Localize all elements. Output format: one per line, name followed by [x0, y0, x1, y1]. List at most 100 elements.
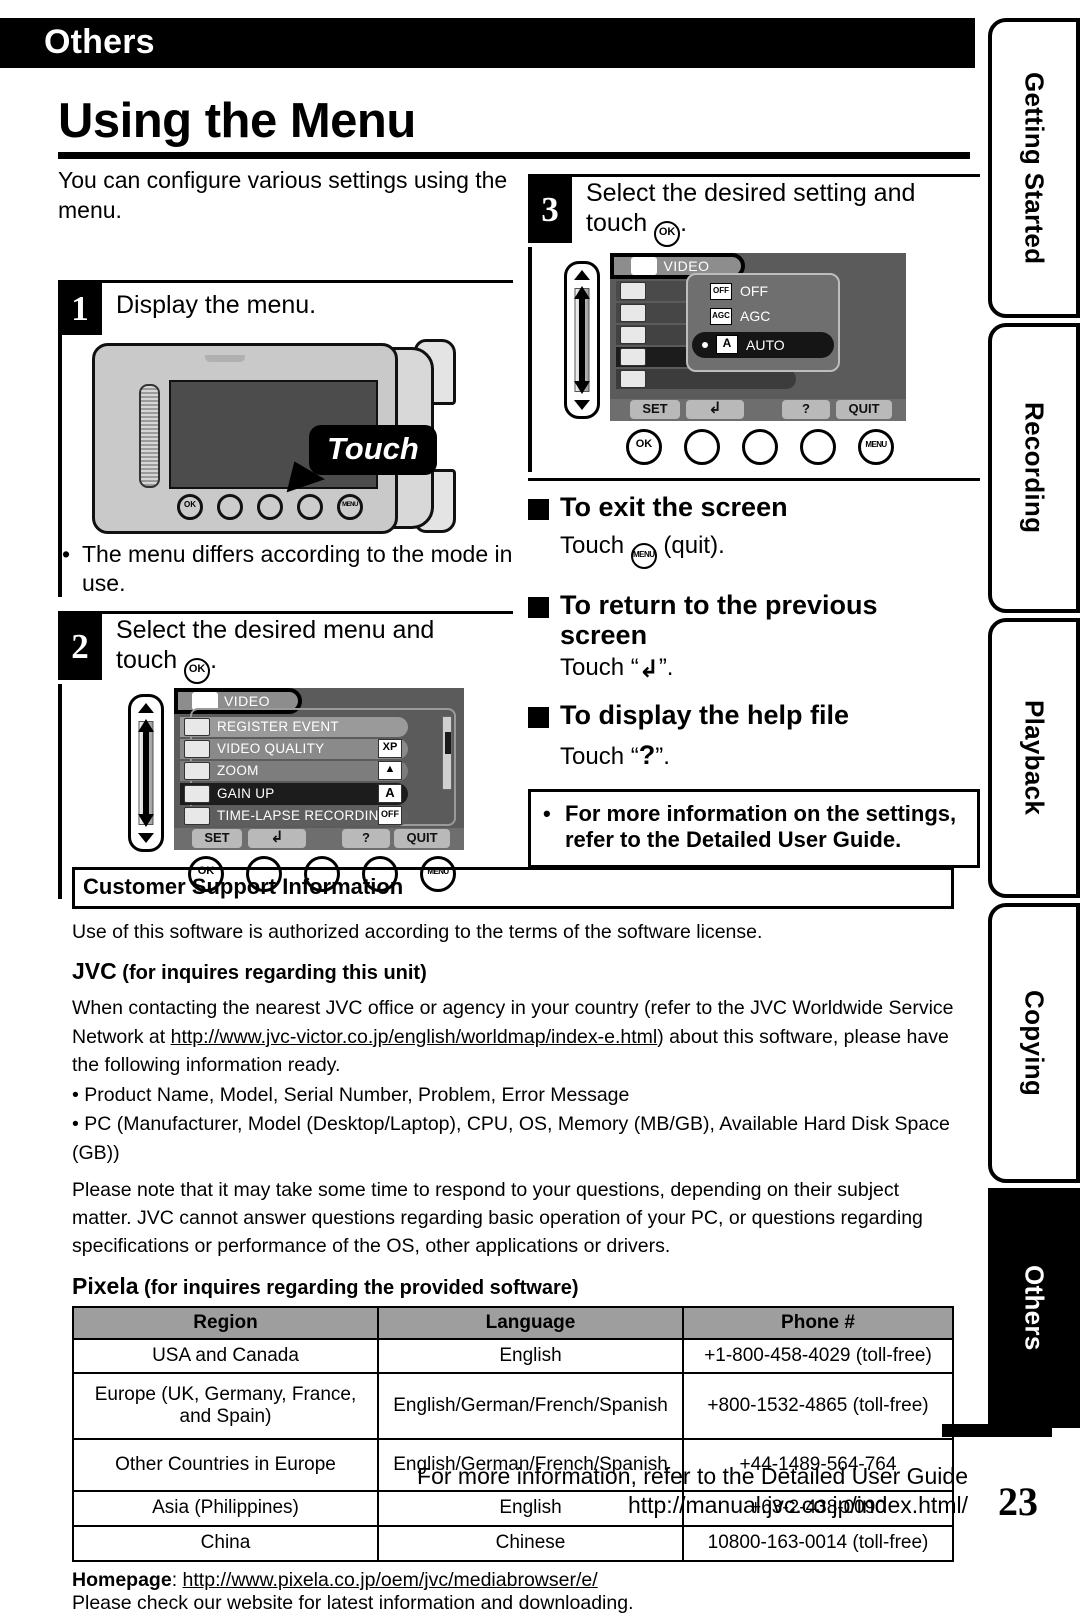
table-row: USA and Canada English +1-800-458-4029 (… — [72, 1337, 954, 1375]
heading-help-file: To display the help file — [528, 700, 980, 731]
menu-2-tab-label: VIDEO — [663, 257, 710, 274]
menu-1-row-1-label: VIDEO QUALITY — [217, 741, 325, 757]
menu-1-tab-label: VIDEO — [223, 692, 271, 709]
menu-1-row-3[interactable]: GAIN UP A — [180, 782, 408, 805]
jvc-worldmap-url[interactable]: http://www.jvc-victor.co.jp/english/worl… — [171, 1026, 658, 1048]
menu-2-softkey-back[interactable]: ↲ — [686, 399, 744, 419]
detailed-guide-note-text: For more information on the settings, re… — [565, 801, 957, 853]
tab-others-label: Others — [1019, 1265, 1050, 1351]
speaker-grille-icon — [139, 383, 160, 488]
software-license-text: Use of this software is authorized accor… — [72, 921, 763, 943]
menu-1-scrollbar-thumb[interactable] — [445, 731, 451, 754]
jvc-bullet-1: • Product Name, Model, Serial Number, Pr… — [72, 1084, 630, 1107]
camcorder-menu-button[interactable]: MENU — [337, 493, 363, 520]
step-1-number: 1 — [58, 282, 102, 335]
menu-1-softkey-help[interactable]: ? — [342, 828, 390, 848]
footer-line-2: http://manual.jvc.co.jp/index.html/ — [627, 1491, 968, 1518]
menu-1-row-4[interactable]: TIME-LAPSE RECORDING OFF — [180, 805, 408, 826]
menu-2-option-2-label: AUTO — [746, 336, 785, 353]
cell-phone: +800-1532-4865 (toll-free) — [682, 1372, 954, 1441]
cell-region: Asia (Philippines) — [72, 1490, 379, 1528]
cell-language: English — [377, 1337, 684, 1375]
cell-region: Europe (UK, Germany, France, and Spain) — [72, 1372, 379, 1441]
jvc-heading: JVC (for inquires regarding this unit) — [72, 958, 954, 985]
camcorder-button-2[interactable] — [217, 493, 243, 520]
selected-dot-icon — [702, 341, 708, 348]
help-prefix: Touch “ — [560, 743, 639, 771]
tab-recording[interactable]: Recording — [988, 323, 1080, 613]
menu-1-softkey-back[interactable]: ↲ — [248, 828, 306, 848]
table-header-language: Language — [377, 1305, 684, 1340]
hw-button-3[interactable] — [742, 428, 778, 465]
step-2-text-line2: touch — [116, 645, 178, 674]
square-bullet-icon — [528, 706, 549, 728]
pixela-homepage-url[interactable]: http://www.pixela.co.jp/oem/jvc/mediabro… — [183, 1569, 598, 1591]
menu-1-row-1[interactable]: VIDEO QUALITY XP — [180, 738, 408, 759]
pixela-heading-bold: Pixela — [72, 1272, 139, 1299]
camcorder-ok-button[interactable]: OK — [177, 493, 203, 520]
tab-others[interactable]: Others — [988, 1188, 1080, 1428]
menu-2-lcd: VIDEO OFF OFF AGC AGC A AUTO SET ↲ ? QUI… — [610, 252, 906, 421]
menu-2-softkey-set[interactable]: SET — [630, 399, 680, 419]
menu-1-scroll-slider[interactable] — [128, 693, 164, 852]
camcorder-icon — [631, 256, 658, 275]
tab-playback[interactable]: Playback — [988, 618, 1080, 898]
camcorder-notch — [205, 354, 245, 362]
menu-1-row-0-label: REGISTER EVENT — [217, 719, 339, 735]
hw-menu-button[interactable]: MENU — [858, 428, 894, 465]
exit-suffix: (quit). — [656, 532, 725, 560]
left-column: You can configure various settings using… — [58, 166, 513, 899]
menu-1-row-0[interactable]: REGISTER EVENT — [180, 716, 408, 737]
menu-2-scroll-slider[interactable] — [564, 260, 600, 419]
bullet-dot-icon: • — [543, 801, 551, 826]
scroll-double-arrow-icon — [138, 719, 154, 827]
cell-region: China — [72, 1525, 379, 1563]
menu-1-row-3-label: GAIN UP — [217, 786, 275, 802]
heading-exit-screen: To exit the screen — [528, 491, 980, 523]
tab-getting-started[interactable]: Getting Started — [988, 18, 1080, 318]
camcorder-illustration: OK MENU Touch — [62, 333, 482, 538]
cell-phone: 10800-163-0014 (toll-free) — [682, 1525, 954, 1563]
return-prefix: Touch “ — [560, 653, 639, 681]
cell-language: English/German/French/Spanish — [377, 1372, 684, 1441]
hw-button-4[interactable] — [800, 428, 836, 465]
menu-1-row-4-value: OFF — [378, 806, 402, 826]
ok-glyph-icon: OK — [654, 220, 681, 247]
tab-copying[interactable]: Copying — [988, 903, 1080, 1183]
square-bullet-icon — [528, 498, 549, 520]
tab-getting-started-label: Getting Started — [1019, 71, 1050, 265]
zoom-icon — [620, 325, 646, 344]
menu-1-lcd: VIDEO REGISTER EVENT VIDEO QUALITY XP ZO… — [174, 687, 464, 850]
footer-line-1: For more information, refer to the Detai… — [417, 1463, 968, 1489]
scroll-down-arrow-icon[interactable] — [138, 832, 154, 843]
customer-support-title: Customer Support Information — [72, 867, 954, 909]
hw-button-2[interactable] — [684, 428, 720, 465]
timelapse-icon — [620, 369, 646, 388]
section-tabs: Getting Started Recording Playback Copyi… — [988, 18, 1080, 1433]
camcorder-button-3[interactable] — [257, 493, 283, 520]
menu-1-row-2[interactable]: ZOOM ▲ — [180, 760, 408, 781]
scroll-down-arrow-icon[interactable] — [574, 399, 590, 410]
step-1-text: Display the menu. — [116, 290, 317, 319]
gain-icon — [620, 347, 646, 366]
menu-2-option-0[interactable]: OFF OFF — [710, 282, 768, 300]
heading-exit-screen-label: To exit the screen — [560, 491, 788, 522]
hw-ok-button[interactable]: OK — [626, 428, 662, 465]
menu-1-row-2-value: ▲ — [378, 761, 402, 781]
menu-1-softkey-set[interactable]: SET — [192, 828, 242, 848]
menu-screen-2: VIDEO OFF OFF AGC AGC A AUTO SET ↲ ? QUI… — [564, 252, 964, 468]
return-suffix: ”. — [658, 653, 674, 681]
table-header-row: Region Language Phone # — [72, 1305, 954, 1340]
step-3-number: 3 — [528, 177, 572, 243]
pixela-heading-rest: (for inquires regarding the provided sof… — [138, 1276, 579, 1299]
scroll-up-arrow-icon[interactable] — [574, 269, 590, 280]
menu-2-softkey-quit[interactable]: QUIT — [836, 399, 892, 419]
menu-1-softkey-quit[interactable]: QUIT — [394, 828, 450, 848]
menu-2-option-2[interactable]: A AUTO — [692, 331, 834, 358]
menu-2-bg-row-4 — [616, 368, 796, 389]
scroll-up-arrow-icon[interactable] — [138, 702, 154, 713]
menu-2-option-1[interactable]: AGC AGC — [710, 307, 770, 325]
menu-2-softkey-help[interactable]: ? — [782, 399, 830, 419]
page-number: 23 — [998, 1479, 1038, 1524]
detailed-guide-notebox: • For more information on the settings, … — [528, 789, 980, 868]
